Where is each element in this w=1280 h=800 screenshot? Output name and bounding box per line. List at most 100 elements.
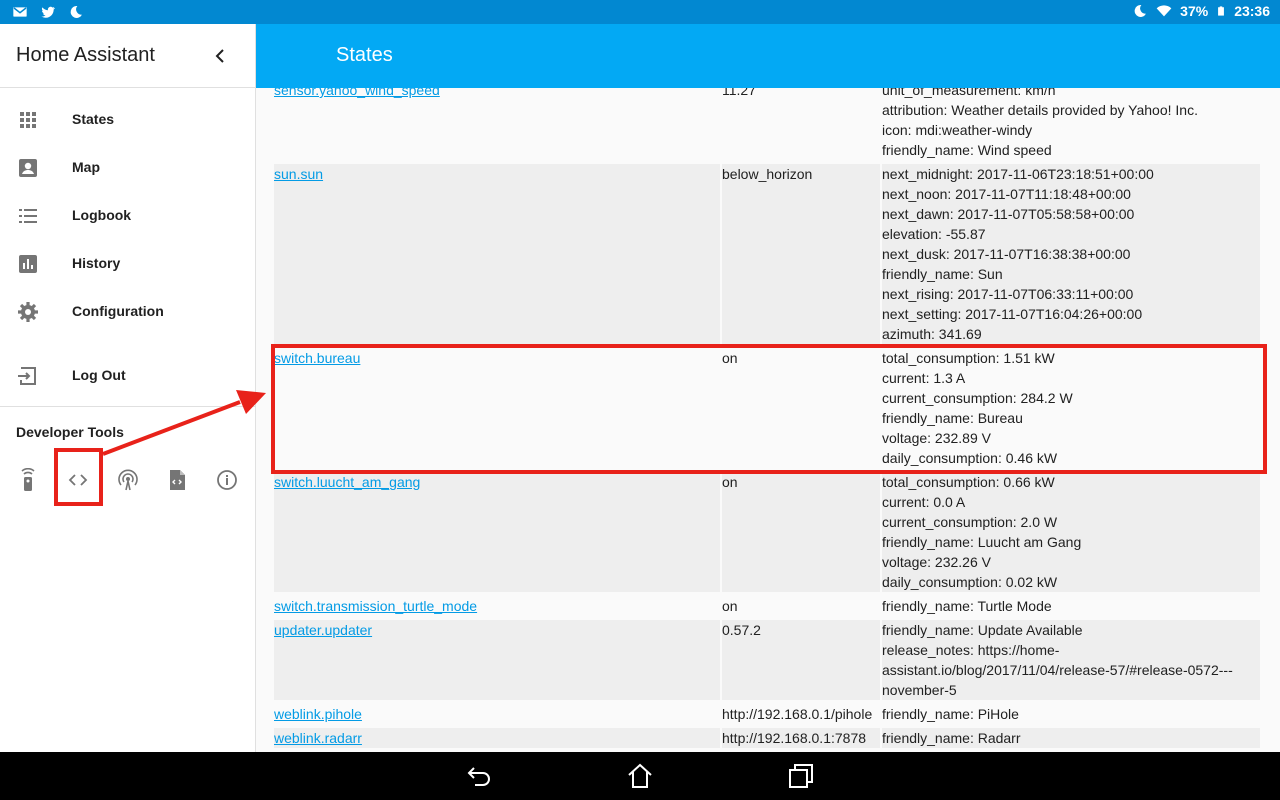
attribute-line: icon: mdi:weather-windy bbox=[882, 122, 1033, 138]
moon-icon bbox=[70, 5, 82, 18]
attribute-line: current_consumption: 2.0 W bbox=[882, 514, 1058, 530]
table-row: weblink.pihole http://192.168.0.1/pihole… bbox=[274, 704, 1260, 724]
poll-box-icon bbox=[19, 255, 37, 273]
sidebar-item-map[interactable]: Map bbox=[0, 144, 255, 192]
divider bbox=[0, 406, 255, 407]
wifi-icon bbox=[1156, 5, 1172, 17]
app-header: States bbox=[256, 24, 1280, 88]
moon-icon bbox=[1134, 4, 1147, 17]
attribute-line: friendly_name: Sun bbox=[882, 266, 1003, 282]
attributes-cell: friendly_name: Turtle Mode bbox=[882, 596, 1260, 616]
gmail-icon bbox=[13, 7, 27, 17]
state-value: 0.57.2 bbox=[722, 620, 880, 700]
sidebar-item-configuration[interactable]: Configuration bbox=[0, 288, 255, 336]
battery-icon bbox=[1218, 6, 1225, 16]
attribute-line: next_dawn: 2017-11-07T05:58:58+00:00 bbox=[882, 206, 1135, 222]
sidebar-item-label: Logbook bbox=[72, 207, 132, 223]
battery-percent: 37% bbox=[1180, 3, 1209, 19]
table-row: weblink.radarr http://192.168.0.1:7878 f… bbox=[274, 728, 1260, 748]
attribute-line: friendly_name: Turtle Mode bbox=[882, 598, 1052, 614]
table-row: switch.luucht_am_gang on total_consumpti… bbox=[274, 472, 1260, 592]
sidebar-item-label: Configuration bbox=[72, 303, 164, 319]
attribute-line: friendly_name: Update Available bbox=[882, 622, 1083, 638]
attribute-line: attribution: Weather details provided by… bbox=[882, 102, 1198, 118]
sidebar-header: Home Assistant bbox=[0, 24, 255, 88]
twitter-icon bbox=[41, 6, 55, 18]
developer-tools-title: Developer Tools bbox=[16, 424, 124, 440]
attributes-cell: unit_of_measurement: km/h attribution: W… bbox=[882, 88, 1260, 160]
home-icon[interactable] bbox=[626, 762, 654, 790]
table-row: switch.transmission_turtle_mode on frien… bbox=[274, 596, 1260, 616]
settings-icon bbox=[18, 302, 38, 322]
entity-link[interactable]: updater.updater bbox=[274, 622, 372, 638]
attribute-line: current: 0.0 A bbox=[882, 494, 966, 510]
annotation-highlight-row bbox=[271, 344, 1267, 474]
account-box-icon bbox=[19, 159, 37, 177]
entity-link[interactable]: switch.luucht_am_gang bbox=[274, 474, 420, 490]
attribute-line: next_setting: 2017-11-07T16:04:26+00:00 bbox=[882, 306, 1143, 322]
attribute-line: friendly_name: PiHole bbox=[882, 706, 1019, 722]
clock: 23:36 bbox=[1234, 3, 1270, 19]
attributes-cell: friendly_name: PiHole bbox=[882, 704, 1260, 724]
state-value: 11.27 bbox=[722, 88, 756, 98]
info-outline-icon[interactable] bbox=[215, 468, 239, 492]
entity-link[interactable]: sensor.yahoo_wind_speed bbox=[274, 88, 440, 98]
remote-icon[interactable] bbox=[16, 468, 40, 492]
recent-apps-icon[interactable] bbox=[787, 762, 815, 790]
attributes-cell: friendly_name: Radarr bbox=[882, 728, 1260, 748]
attribute-line: unit_of_measurement: km/h bbox=[882, 88, 1056, 98]
attribute-line: voltage: 232.26 V bbox=[882, 554, 991, 570]
table-row: sun.sun below_horizon next_midnight: 201… bbox=[274, 164, 1260, 344]
attribute-line: daily_consumption: 0.02 kW bbox=[882, 574, 1058, 590]
state-value: on bbox=[722, 598, 738, 614]
table-row: sensor.yahoo_wind_speed 11.27 unit_of_me… bbox=[274, 88, 1260, 160]
entity-link[interactable]: weblink.radarr bbox=[274, 730, 362, 746]
attribute-line: friendly_name: Radarr bbox=[882, 730, 1021, 746]
back-icon[interactable] bbox=[465, 762, 493, 790]
attribute-line: next_midnight: 2017-11-06T23:18:51+00:00 bbox=[882, 166, 1154, 182]
sidebar-item-label: States bbox=[72, 111, 115, 127]
entity-link[interactable]: switch.transmission_turtle_mode bbox=[274, 598, 477, 614]
exit-to-app-icon bbox=[18, 367, 36, 385]
attributes-cell: next_midnight: 2017-11-06T23:18:51+00:00… bbox=[882, 164, 1260, 344]
attribute-line: next_noon: 2017-11-07T11:18:48+00:00 bbox=[882, 186, 1131, 202]
sidebar-item-label: History bbox=[72, 255, 121, 271]
attribute-line: release_notes: https://home- bbox=[882, 642, 1060, 658]
sidebar: Home Assistant States Map Logbook Histor… bbox=[0, 24, 256, 752]
state-value: on bbox=[722, 472, 880, 592]
attribute-line: azimuth: 341.69 bbox=[882, 326, 982, 342]
sidebar-menu: States Map Logbook History Configuration… bbox=[0, 88, 255, 407]
attributes-cell: total_consumption: 0.66 kW current: 0.0 … bbox=[882, 472, 1260, 592]
state-value: http://192.168.0.1:7878 bbox=[722, 728, 880, 748]
state-value: http://192.168.0.1/pihole bbox=[722, 706, 873, 722]
app-title: Home Assistant bbox=[16, 44, 155, 66]
attribute-line: friendly_name: Luucht am Gang bbox=[882, 534, 1082, 550]
attribute-line: next_rising: 2017-11-07T06:33:11+00:00 bbox=[882, 286, 1134, 302]
sidebar-item-label: Log Out bbox=[72, 367, 126, 383]
entity-link[interactable]: weblink.pihole bbox=[274, 706, 362, 722]
sidebar-item-logbook[interactable]: Logbook bbox=[0, 192, 255, 240]
sidebar-item-history[interactable]: History bbox=[0, 240, 255, 288]
attribute-line: friendly_name: Wind speed bbox=[882, 142, 1052, 158]
sidebar-item-states[interactable]: States bbox=[0, 96, 255, 144]
attribute-line: assistant.io/blog/2017/11/04/release-57/… bbox=[882, 662, 1233, 678]
attribute-line: next_dusk: 2017-11-07T16:38:38+00:00 bbox=[882, 246, 1131, 262]
attribute-line: total_consumption: 0.66 kW bbox=[882, 474, 1055, 490]
chevron-left-icon[interactable] bbox=[208, 44, 232, 68]
state-value: below_horizon bbox=[722, 164, 880, 344]
page-title: States bbox=[336, 44, 393, 66]
entity-link[interactable]: sun.sun bbox=[274, 166, 323, 182]
apps-grid-icon bbox=[20, 112, 36, 128]
status-bar: 37% 23:36 bbox=[0, 0, 1280, 24]
attribute-line: elevation: -55.87 bbox=[882, 226, 986, 242]
table-row: updater.updater 0.57.2 friendly_name: Up… bbox=[274, 620, 1260, 700]
annotation-highlight-icon bbox=[54, 448, 103, 506]
attributes-cell: friendly_name: Update Available release_… bbox=[882, 620, 1260, 700]
developer-tools-row bbox=[0, 464, 256, 496]
sidebar-item-label: Map bbox=[72, 159, 100, 175]
navigation-bar bbox=[0, 752, 1280, 800]
access-point-icon[interactable] bbox=[116, 468, 140, 492]
file-xml-icon[interactable] bbox=[165, 468, 189, 492]
attribute-line: november-5 bbox=[882, 682, 957, 698]
sidebar-item-logout[interactable]: Log Out bbox=[0, 352, 255, 400]
